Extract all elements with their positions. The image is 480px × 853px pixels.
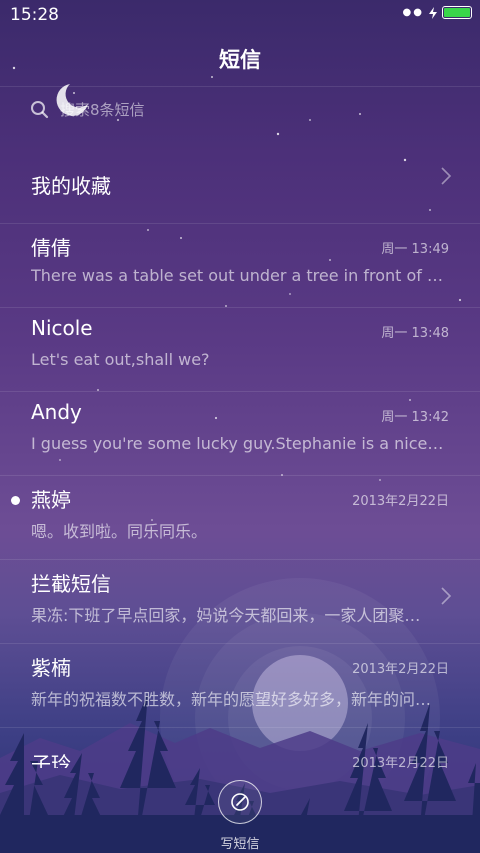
search-input[interactable]	[60, 101, 360, 119]
list-item-favorites[interactable]: 我的收藏	[0, 140, 480, 224]
search-icon	[31, 101, 49, 119]
compose-label[interactable]: 写短信	[0, 833, 480, 852]
conversation-name: 我的收藏	[31, 174, 111, 198]
conversation-row[interactable]: 子玲 2013年2月22日	[0, 728, 480, 768]
conversation-preview: Let's eat out,shall we?	[31, 350, 210, 369]
signal-icon: ●●	[402, 7, 424, 18]
conversation-name: 燕婷	[31, 488, 71, 512]
conversation-time: 周一 13:48	[381, 326, 449, 341]
conversation-row[interactable]: 紫楠 2013年2月22日 新年的祝福数不胜数，新年的愿望好多好多，新年的问候来…	[0, 644, 480, 728]
conversation-name: 倩倩	[31, 236, 71, 260]
conversation-preview: 果冻:下班了早点回家，妈说今天都回来，一家人团聚过年	[31, 606, 423, 625]
conversation-row[interactable]: 燕婷 2013年2月22日 嗯。收到啦。同乐同乐。	[0, 476, 480, 560]
status-icons: ●●	[403, 6, 472, 19]
conversation-name: 拦截短信	[31, 572, 111, 596]
conversation-time: 周一 13:49	[381, 242, 449, 257]
battery-icon	[442, 6, 472, 19]
status-time: 15:28	[10, 5, 59, 25]
status-bar: 15:28 ●●	[0, 0, 480, 28]
conversation-row[interactable]: 倩倩 周一 13:49 There was a table set out un…	[0, 224, 480, 308]
conversation-preview: 新年的祝福数不胜数，新年的愿望好多好多，新年的问候来啦	[31, 690, 445, 709]
conversation-time: 2013年2月22日	[352, 662, 449, 677]
compose-button[interactable]	[218, 780, 262, 824]
battery-fill	[444, 8, 470, 17]
conversation-preview: There was a table set out under a tree i…	[31, 266, 445, 285]
page-title: 短信	[219, 48, 261, 72]
chevron-right-icon	[441, 587, 452, 605]
conversation-time: 2013年2月22日	[352, 756, 449, 768]
conversation-name: 紫楠	[31, 656, 71, 680]
search-bar[interactable]	[30, 100, 360, 120]
list-item-blocked-messages[interactable]: 拦截短信 果冻:下班了早点回家，妈说今天都回来，一家人团聚过年	[0, 560, 480, 644]
conversation-name: Andy	[31, 400, 82, 424]
conversation-preview: 嗯。收到啦。同乐同乐。	[31, 522, 208, 541]
charging-icon	[429, 6, 437, 19]
conversation-time: 周一 13:42	[381, 410, 449, 425]
chevron-right-icon	[441, 167, 452, 185]
conversation-name: Nicole	[31, 316, 93, 340]
conversation-row[interactable]: Andy 周一 13:42 I guess you're some lucky …	[0, 392, 480, 476]
compose-pen-icon	[231, 793, 249, 811]
unread-indicator	[11, 496, 20, 505]
conversation-row[interactable]: Nicole 周一 13:48 Let's eat out,shall we?	[0, 308, 480, 392]
conversation-preview: I guess you're some lucky guy.Stephanie …	[31, 434, 445, 453]
conversation-time: 2013年2月22日	[352, 494, 449, 509]
conversation-name: 子玲	[31, 752, 71, 768]
